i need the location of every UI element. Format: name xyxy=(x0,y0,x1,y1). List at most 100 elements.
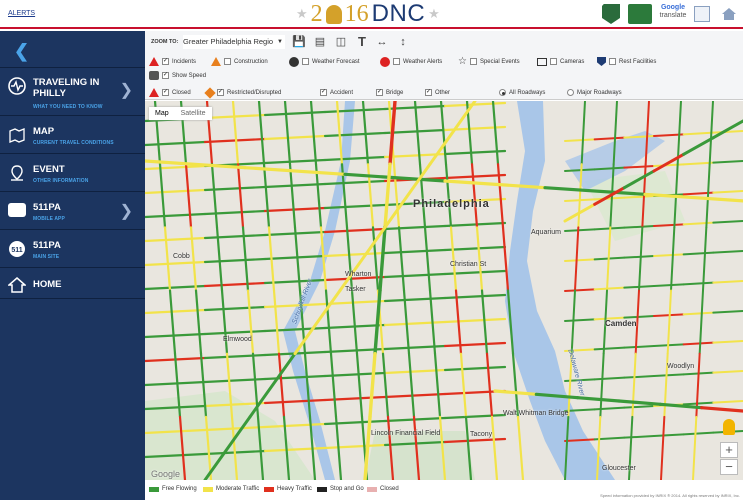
home-icon[interactable] xyxy=(721,6,737,22)
sidebar-item-511pa-site[interactable]: 511 511PA MAIN SITE xyxy=(0,229,145,267)
layer-restricted[interactable]: ✓ Restricted/Disrupted xyxy=(204,86,281,99)
incident-warning-icon xyxy=(149,57,159,66)
travel-pulse-icon xyxy=(8,77,26,95)
trash-icon[interactable]: ◫ xyxy=(334,35,348,49)
star-icon: ☆ xyxy=(458,56,467,67)
map-layers-icon[interactable]: ▤ xyxy=(313,35,327,49)
other-checkbox[interactable]: ✓ xyxy=(425,89,432,96)
map-label-tacony: Tacony xyxy=(470,431,493,438)
rest-facility-icon xyxy=(597,57,606,66)
all-roadways-radio[interactable] xyxy=(499,89,506,96)
show-speed-checkbox[interactable]: ✓ xyxy=(162,72,169,79)
dnc-2016-logo[interactable]: ★ 2 16 DNC ★ xyxy=(296,1,440,27)
legend-item: Moderate Traffic xyxy=(203,486,259,492)
alerts-link[interactable]: ALERTS xyxy=(8,10,35,17)
sidebar-item-title: TRAVELING IN PHILLY xyxy=(33,77,100,99)
layer-closed[interactable]: ✓ Closed xyxy=(149,86,191,99)
sidebar-item-traveling[interactable]: TRAVELING IN PHILLY WHAT YOU NEED TO KNO… xyxy=(0,67,145,115)
layer-incidents[interactable]: ✓ Incidents xyxy=(149,55,196,68)
special-events-checkbox[interactable] xyxy=(469,58,477,65)
weather-forecast-checkbox[interactable] xyxy=(302,58,309,65)
accident-checkbox[interactable]: ✓ xyxy=(320,89,327,96)
closed-checkbox[interactable]: ✓ xyxy=(162,89,169,96)
zoom-in-button[interactable]: + xyxy=(720,442,738,458)
sidebar-item-subtitle: WHAT YOU NEED TO KNOW xyxy=(33,104,103,110)
layer-show-speed[interactable]: ✓ Show Speed xyxy=(149,69,206,82)
sidebar-item-title: MAP xyxy=(33,126,55,137)
all-roadways-option[interactable]: All Roadways xyxy=(499,86,545,99)
split-vertical-icon[interactable]: ↕ xyxy=(396,35,410,49)
legend-swatch xyxy=(367,486,377,492)
map-icon[interactable] xyxy=(694,6,710,22)
map-label-elmwood: Elmwood xyxy=(223,336,252,343)
rest-facilities-checkbox[interactable] xyxy=(609,58,616,65)
zoom-to-select[interactable]: Greater Philadelphia Regio ▼ xyxy=(183,35,285,49)
roadway-label: Major Roadways xyxy=(577,89,622,96)
sidebar-item-title: EVENT xyxy=(33,164,65,175)
restricted-diamond-icon xyxy=(204,86,216,99)
map-pin-icon xyxy=(9,128,25,143)
chevron-right-icon: ❯ xyxy=(119,203,133,220)
map-label-woodlyn: Woodlyn xyxy=(667,363,695,370)
google-translate-brand: Google xyxy=(660,4,686,11)
sidebar-item-subtitle: MOBILE APP xyxy=(33,216,65,222)
chevron-left-icon[interactable]: ❮ xyxy=(14,41,29,62)
map-label-lincoln-field: Lincoln Financial Field xyxy=(371,430,441,437)
layer-label: Weather Alerts xyxy=(403,58,443,65)
zoom-to-label: ZOOM TO: xyxy=(151,39,179,45)
street-view-pegman-icon[interactable] xyxy=(723,419,735,435)
legend-label: Free Flowing xyxy=(162,486,197,492)
511pa-app-icon xyxy=(8,203,26,217)
restricted-checkbox[interactable]: ✓ xyxy=(217,89,224,96)
speed-icon xyxy=(149,71,159,80)
layer-cameras[interactable]: Cameras xyxy=(537,55,584,68)
split-horizontal-icon[interactable]: ↔ xyxy=(375,35,389,49)
incidents-checkbox[interactable]: ✓ xyxy=(162,58,169,65)
star-icon: ★ xyxy=(428,6,440,21)
sidebar-item-subtitle: MAIN SITE xyxy=(33,254,60,260)
sidebar-item-map[interactable]: MAP CURRENT TRAVEL CONDITIONS xyxy=(0,115,145,153)
bridge-checkbox[interactable]: ✓ xyxy=(376,89,383,96)
layer-label: Rest Facilities xyxy=(619,58,657,65)
zoom-out-button[interactable]: − xyxy=(720,459,738,475)
layer-weather-forecast[interactable]: Weather Forecast xyxy=(289,55,360,68)
layer-construction[interactable]: Construction xyxy=(211,55,268,68)
major-roadways-radio[interactable] xyxy=(567,89,574,96)
map-canvas[interactable] xyxy=(145,101,743,480)
chevron-right-icon: ❯ xyxy=(119,82,133,99)
map-tab[interactable]: Map xyxy=(149,107,175,120)
layer-row-2: ✓ Show Speed xyxy=(145,69,743,82)
layer-label: Construction xyxy=(234,58,268,65)
layer-accident[interactable]: ✓ Accident xyxy=(320,86,353,99)
layer-bridge[interactable]: ✓ Bridge xyxy=(376,86,403,99)
511-logo-icon: 511 xyxy=(9,241,25,257)
traffic-map[interactable]: Map Satellite Philadelphia Camden Woodly… xyxy=(145,101,743,480)
sidebar-item-event[interactable]: EVENT OTHER INFORMATION xyxy=(0,153,145,191)
legend-swatch xyxy=(149,486,159,492)
construction-checkbox[interactable] xyxy=(224,58,231,65)
cameras-checkbox[interactable] xyxy=(550,58,557,65)
google-translate-button[interactable]: Google translate xyxy=(658,4,688,24)
satellite-tab[interactable]: Satellite xyxy=(175,107,212,120)
google-logo: Google xyxy=(151,469,181,479)
sidebar-item-home[interactable]: HOME xyxy=(0,267,145,299)
text-tool-icon[interactable]: T xyxy=(355,35,369,49)
sidebar-item-511pa-app[interactable]: 511PA MOBILE APP ❯ xyxy=(0,191,145,229)
weather-alerts-checkbox[interactable] xyxy=(393,58,400,65)
layer-rest-facilities[interactable]: Rest Facilities xyxy=(597,55,656,68)
layer-label: Weather Forecast xyxy=(312,58,360,65)
major-roadways-option[interactable]: Major Roadways xyxy=(567,86,622,99)
traffic-legend: Free Flowing Moderate Traffic Heavy Traf… xyxy=(145,482,743,500)
dropdown-arrow-icon: ▼ xyxy=(277,39,283,45)
sidebar-item-subtitle: CURRENT TRAVEL CONDITIONS xyxy=(33,140,114,146)
layer-other[interactable]: ✓ Other xyxy=(425,86,450,99)
pa-keystone-icon[interactable] xyxy=(602,4,620,24)
map-label-walt-whitman: Walt Whitman Bridge xyxy=(503,410,569,417)
turnpike-icon[interactable] xyxy=(628,4,652,24)
sidebar-item-title: 511PA xyxy=(33,240,61,251)
liberty-bell-icon xyxy=(325,4,342,24)
layer-special-events[interactable]: ☆ Special Events xyxy=(458,55,520,68)
save-icon[interactable]: 💾 xyxy=(292,35,306,49)
layer-weather-alerts[interactable]: Weather Alerts xyxy=(380,55,442,68)
google-translate-label: translate xyxy=(659,12,687,19)
